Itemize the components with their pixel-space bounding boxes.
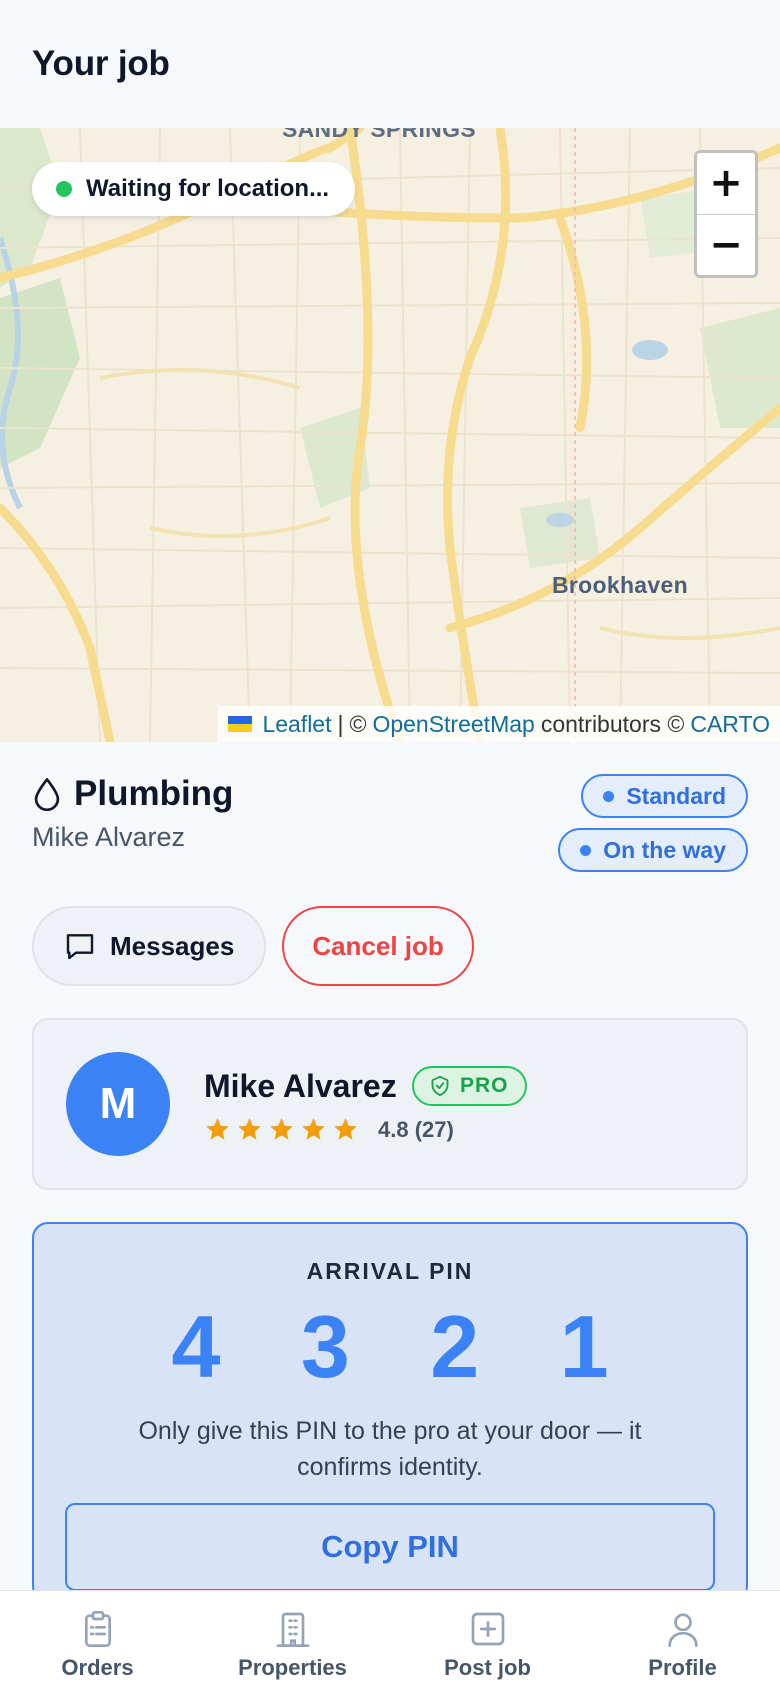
copy-pin-button[interactable]: Copy PIN (65, 1503, 715, 1591)
clipboard-icon (84, 1611, 111, 1647)
avatar: M (66, 1052, 170, 1156)
building-icon (276, 1612, 309, 1647)
star-icon (238, 1118, 261, 1140)
status-dot-icon (56, 181, 72, 197)
bottom-nav: Orders Properties Post job Profile (0, 1590, 780, 1688)
nav-label: Profile (648, 1655, 717, 1680)
plus-square-icon (471, 1612, 504, 1646)
pin-value: 4 3 2 1 (171, 1297, 637, 1396)
map-tiles (0, 128, 780, 742)
droplet-icon (34, 778, 60, 811)
message-icon (66, 934, 94, 960)
messages-button[interactable]: Messages (32, 906, 267, 986)
pin-label: ARRIVAL PIN (306, 1258, 474, 1284)
location-status-chip: Waiting for location... (32, 162, 356, 216)
star-icon (302, 1118, 325, 1140)
rating-stars: 4.8 (27) (204, 1116, 454, 1143)
ukraine-flag-icon (228, 716, 253, 732)
location-status-text: Waiting for location... (86, 175, 330, 202)
map-place-label: SANDY SPRINGS (282, 128, 476, 142)
pro-verified-badge: PRO (412, 1066, 527, 1106)
pro-card[interactable]: M Mike Alvarez PRO 4.8 (27) (32, 1018, 748, 1190)
nav-label: Post job (444, 1655, 531, 1680)
map-view[interactable]: SANDY SPRINGS Brookhaven Waiting for loc… (0, 128, 780, 742)
tier-badge: Standard (581, 774, 748, 818)
star-icon (334, 1118, 357, 1140)
zoom-in-button[interactable]: + (697, 153, 755, 214)
job-actions: Messages Cancel job (32, 906, 474, 986)
status-badge: On the way (558, 828, 748, 872)
attribution-separator: | (337, 710, 344, 737)
zoom-out-button[interactable]: − (697, 214, 755, 275)
arrival-pin-card: ARRIVAL PIN 4 3 2 1 Only give this PIN t… (32, 1222, 748, 1602)
person-icon (667, 1613, 698, 1647)
copy-pin-button-label: Copy PIN (321, 1529, 459, 1564)
leaflet-link[interactable]: Leaflet (262, 711, 331, 738)
nav-label: Orders (61, 1655, 134, 1680)
zoom-control: + − (694, 150, 758, 278)
map-place-label: Brookhaven (552, 572, 688, 598)
attribution-contributors: contributors © (540, 710, 685, 737)
cancel-job-button[interactable]: Cancel job (282, 906, 474, 986)
tier-badge-label: Standard (626, 782, 726, 809)
nav-label: Properties (238, 1655, 347, 1680)
badge-dot-icon (580, 844, 592, 856)
attribution-copyright: © (349, 710, 367, 737)
status-badge-label: On the way (603, 836, 726, 863)
shield-check-icon (431, 1075, 449, 1097)
pin-note: Only give this PIN to the pro at your do… (138, 1417, 642, 1481)
badge-dot-icon (603, 790, 615, 802)
job-customer-name: Mike Alvarez (32, 822, 186, 852)
nav-item-profile[interactable]: Profile (585, 1591, 780, 1688)
map-attribution: Leaflet | © OpenStreetMap contributors ©… (218, 706, 780, 742)
messages-button-label: Messages (110, 930, 235, 961)
rating-text: 4.8 (27) (378, 1116, 454, 1142)
app-root: Your job SANDY SPRINGS Brookhaven Waitin… (0, 0, 780, 1688)
nav-item-orders[interactable]: Orders (0, 1591, 195, 1688)
job-badges: Standard On the way (558, 774, 748, 872)
pro-tag-label: PRO (460, 1074, 509, 1097)
nav-item-properties[interactable]: Properties (195, 1591, 390, 1688)
pro-name: Mike Alvarez (204, 1068, 397, 1104)
job-summary: Plumbing Mike Alvarez (32, 774, 233, 853)
star-icon (206, 1118, 229, 1140)
job-category: Plumbing (74, 774, 234, 813)
cancel-job-button-label: Cancel job (312, 930, 444, 961)
nav-item-post-job[interactable]: Post job (390, 1591, 585, 1688)
star-icon (270, 1118, 293, 1140)
page-title: Your job (32, 44, 170, 83)
page-header: Your job (0, 0, 780, 128)
osm-link[interactable]: OpenStreetMap (372, 711, 534, 738)
carto-link[interactable]: CARTO (690, 711, 770, 738)
